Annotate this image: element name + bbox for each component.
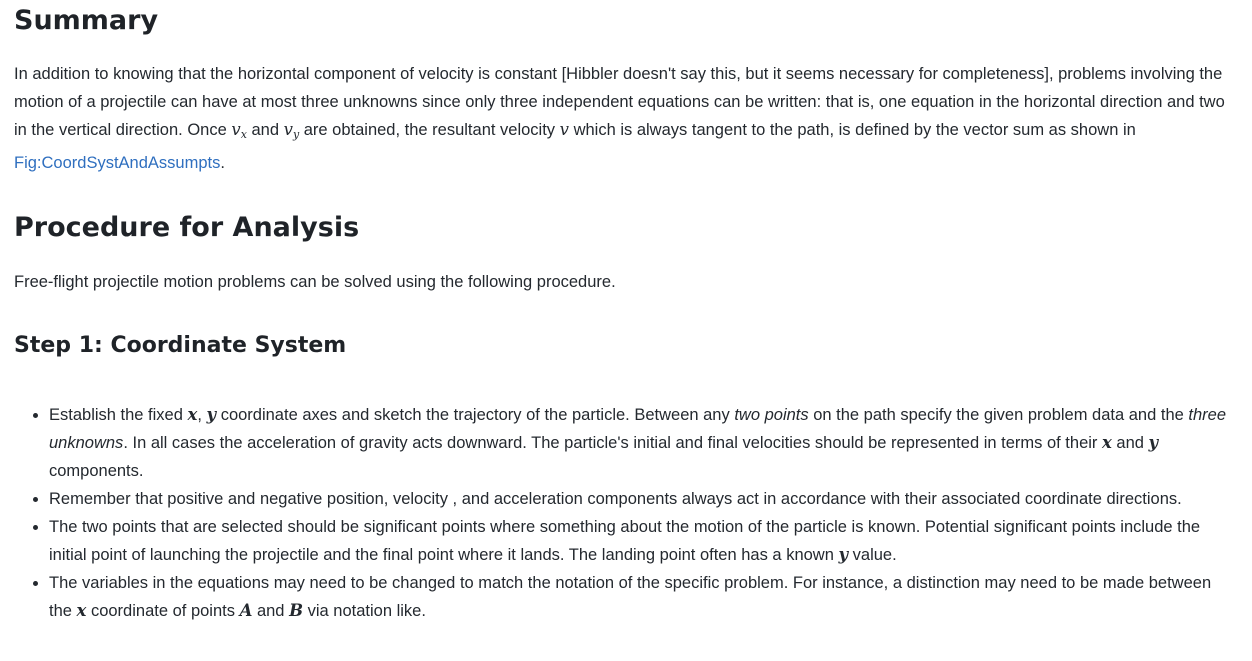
b1-text-d: . In all cases the acceleration of gravi…	[123, 434, 1102, 452]
math-y: y	[1148, 433, 1159, 452]
summary-text-4: which is always tangent to the path, is …	[568, 121, 1136, 139]
procedure-heading: Procedure for Analysis	[14, 212, 360, 243]
math-x: x	[1102, 433, 1112, 452]
b1-text-e: components.	[49, 462, 144, 480]
b1-comma: ,	[197, 406, 207, 424]
summary-text-3: are obtained, the resultant velocity	[299, 121, 560, 139]
math-vy: vy	[283, 120, 300, 141]
summary-heading: Summary	[14, 5, 159, 36]
math-vx: vx	[231, 120, 247, 141]
procedure-intro: Free-flight projectile motion problems c…	[14, 273, 616, 291]
b4-and: and	[252, 602, 290, 620]
summary-text-2: and	[246, 121, 284, 139]
math-y: y	[206, 405, 217, 424]
list-item: Remember that positive and negative posi…	[49, 485, 1238, 513]
b4-text-c: via notation like.	[303, 602, 426, 620]
list-item: Establish the fixed x, y coordinate axes…	[49, 401, 1238, 485]
b1-text-c: on the path specify the given problem da…	[808, 406, 1189, 424]
b1-and: and	[1111, 434, 1149, 452]
math-x: x	[76, 601, 87, 620]
b1-text-a: Establish the fixed	[49, 406, 188, 424]
math-y: y	[838, 545, 849, 564]
step1-heading: Step 1: Coordinate System	[14, 333, 347, 358]
figure-link[interactable]: Fig:CoordSystAndAssumpts	[14, 154, 220, 172]
step1-list: Establish the fixed x, y coordinate axes…	[14, 401, 1238, 625]
document-page: Summary In addition to knowing that the …	[0, 0, 1252, 625]
b4-text-b: coordinate of points	[86, 602, 240, 620]
b1-emphasis-two-points: two points	[734, 406, 809, 424]
b1-text-b: coordinate axes and sketch the trajector…	[216, 406, 735, 424]
math-x: x	[187, 405, 198, 424]
summary-paragraph: In addition to knowing that the horizont…	[14, 60, 1238, 177]
b3-text-a: The two points that are selected should …	[49, 518, 1201, 564]
math-vy-base: v	[283, 120, 293, 139]
summary-text-5: .	[220, 154, 225, 172]
math-vx-base: v	[231, 120, 241, 139]
list-item: The two points that are selected should …	[49, 513, 1238, 569]
math-v: v	[559, 120, 569, 139]
b3-text-b: value.	[848, 546, 897, 564]
math-point-b: B	[289, 601, 304, 620]
list-item: The variables in the equations may need …	[49, 569, 1238, 625]
math-point-a: A	[239, 601, 253, 620]
